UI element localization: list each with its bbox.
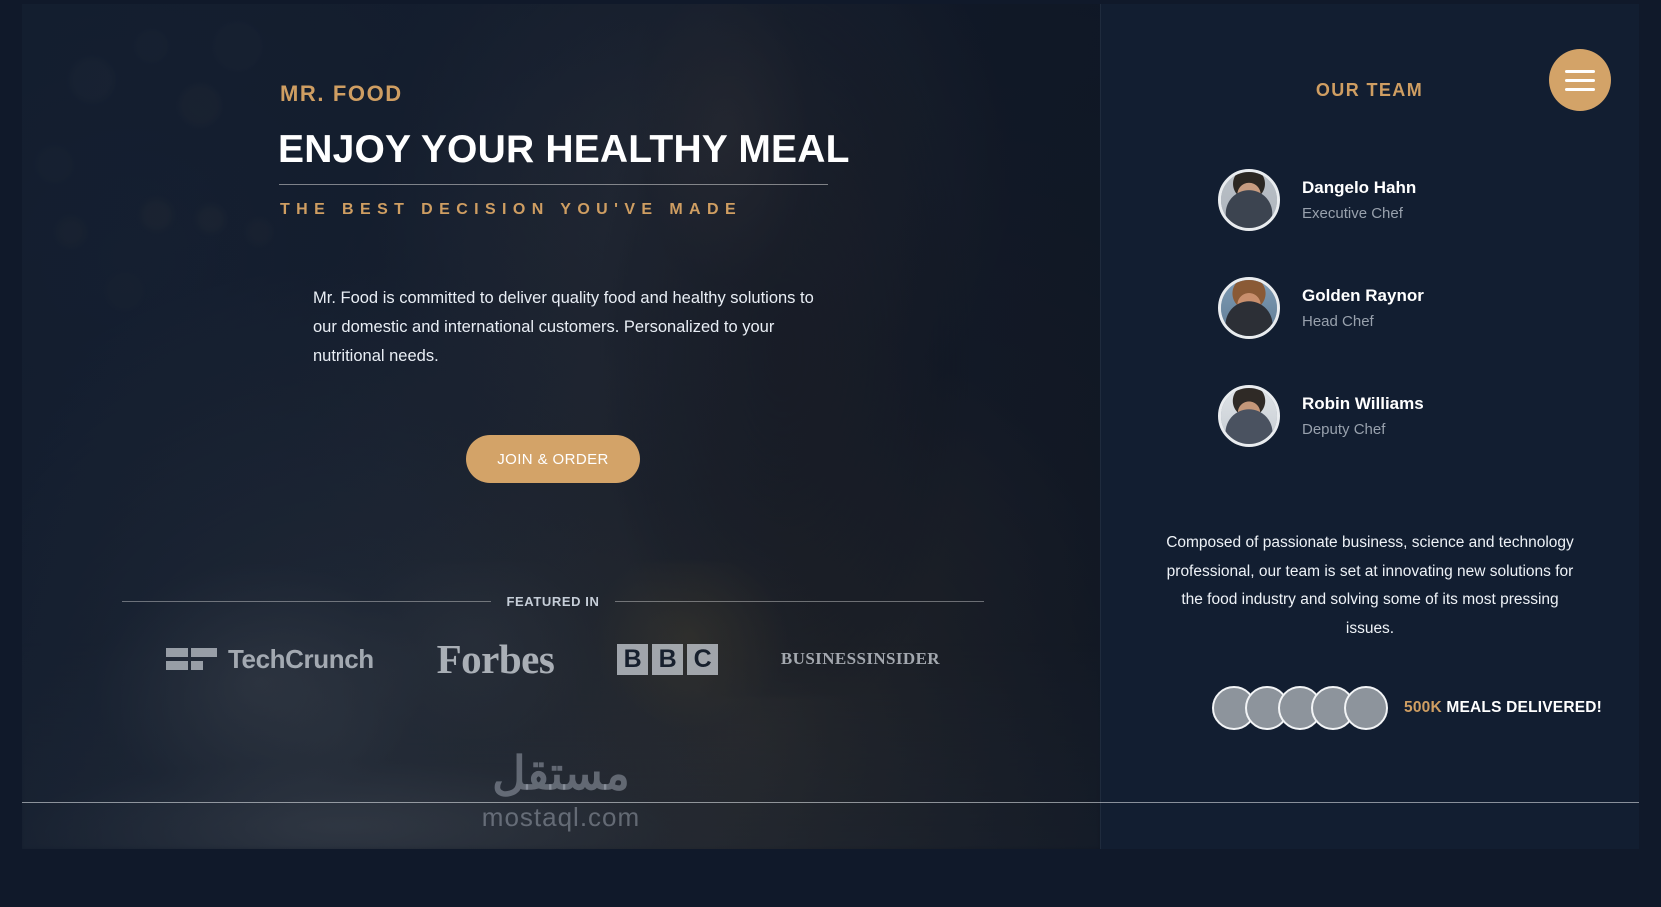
member-info: Robin Williams Deputy Chef — [1302, 394, 1424, 438]
stat-label: MEALS DELIVERED! — [1446, 699, 1603, 716]
page-title: ENJOY YOUR HEALTHY MEAL — [278, 128, 850, 171]
divider-line-right — [614, 600, 984, 602]
hamburger-line-2 — [1565, 78, 1595, 82]
hero-section: MR. FOOD ENJOY YOUR HEALTHY MEAL THE BES… — [22, 4, 1100, 849]
hero-subheadline: THE BEST DECISION YOU'VE MADE — [280, 201, 743, 218]
screenshot-root: MR. FOOD ENJOY YOUR HEALTHY MEAL THE BES… — [0, 0, 1661, 907]
bbc-letter-2: B — [652, 643, 684, 675]
watermark-latin: mostaql.com — [481, 802, 641, 832]
business-insider-logo: BUSINESS INSIDER — [781, 649, 940, 669]
team-panel: OUR TEAM Dangelo Hahn Executive Chef Gol… — [1100, 4, 1639, 849]
member-name: Dangelo Hahn — [1302, 178, 1417, 197]
bbc-letter-1: B — [617, 643, 649, 675]
member-name: Golden Raynor — [1302, 286, 1424, 305]
press-logo-row: TechCrunch Forbes B B C BUSINESS INSIDER — [122, 630, 984, 688]
member-role: Deputy Chef — [1302, 421, 1386, 438]
member-role: Head Chef — [1302, 313, 1374, 330]
member-info: Golden Raynor Head Chef — [1302, 286, 1424, 330]
member-name: Robin Williams — [1302, 394, 1424, 413]
avatar — [1344, 686, 1388, 730]
avatar — [1218, 169, 1280, 231]
business-insider-line-1: BUSINESS — [780, 649, 867, 668]
page-frame: MR. FOOD ENJOY YOUR HEALTHY MEAL THE BES… — [22, 4, 1639, 849]
hero-content: MR. FOOD ENJOY YOUR HEALTHY MEAL THE BES… — [22, 4, 1100, 849]
hamburger-line-3 — [1565, 87, 1595, 91]
forbes-logo: Forbes — [436, 636, 555, 682]
member-role: Executive Chef — [1302, 205, 1403, 222]
team-member-list: Dangelo Hahn Executive Chef Golden Rayno… — [1218, 164, 1578, 488]
techcrunch-logo: TechCrunch — [166, 644, 374, 675]
list-item[interactable]: Golden Raynor Head Chef — [1218, 272, 1578, 344]
divider-line-left — [122, 600, 492, 602]
hamburger-menu-icon[interactable] — [1549, 49, 1611, 111]
bbc-letter-3: C — [687, 643, 719, 675]
list-item[interactable]: Dangelo Hahn Executive Chef — [1218, 164, 1578, 236]
hamburger-line-1 — [1565, 69, 1595, 73]
brand-eyebrow: MR. FOOD — [280, 81, 403, 106]
panel-divider — [1100, 4, 1101, 849]
page-bottom-border — [22, 802, 1639, 803]
techcrunch-mark-icon — [166, 648, 217, 670]
stat-count: 500K — [1404, 699, 1442, 716]
bbc-logo: B B C — [617, 643, 719, 675]
featured-in-label: FEATURED IN — [506, 593, 600, 609]
business-insider-line-2: INSIDER — [866, 649, 940, 668]
headline-divider — [279, 184, 828, 185]
meals-delivered-stat: 500K MEALS DELIVERED! — [1212, 686, 1602, 730]
member-info: Dangelo Hahn Executive Chef — [1302, 178, 1416, 222]
customer-avatar-stack — [1212, 686, 1388, 730]
avatar — [1218, 385, 1280, 447]
hero-paragraph: Mr. Food is committed to deliver quality… — [313, 289, 814, 365]
watermark-arabic: مستقل — [492, 747, 630, 799]
avatar — [1218, 277, 1280, 339]
featured-in-divider: FEATURED IN — [122, 590, 984, 612]
techcrunch-wordmark: TechCrunch — [228, 643, 374, 674]
join-and-order-button[interactable]: JOIN & ORDER — [466, 435, 640, 483]
mostaql-watermark: مستقل mostaql.com — [22, 746, 1100, 833]
team-description: Composed of passionate business, science… — [1166, 534, 1574, 637]
stat-text: 500K MEALS DELIVERED! — [1404, 699, 1602, 717]
list-item[interactable]: Robin Williams Deputy Chef — [1218, 380, 1578, 452]
